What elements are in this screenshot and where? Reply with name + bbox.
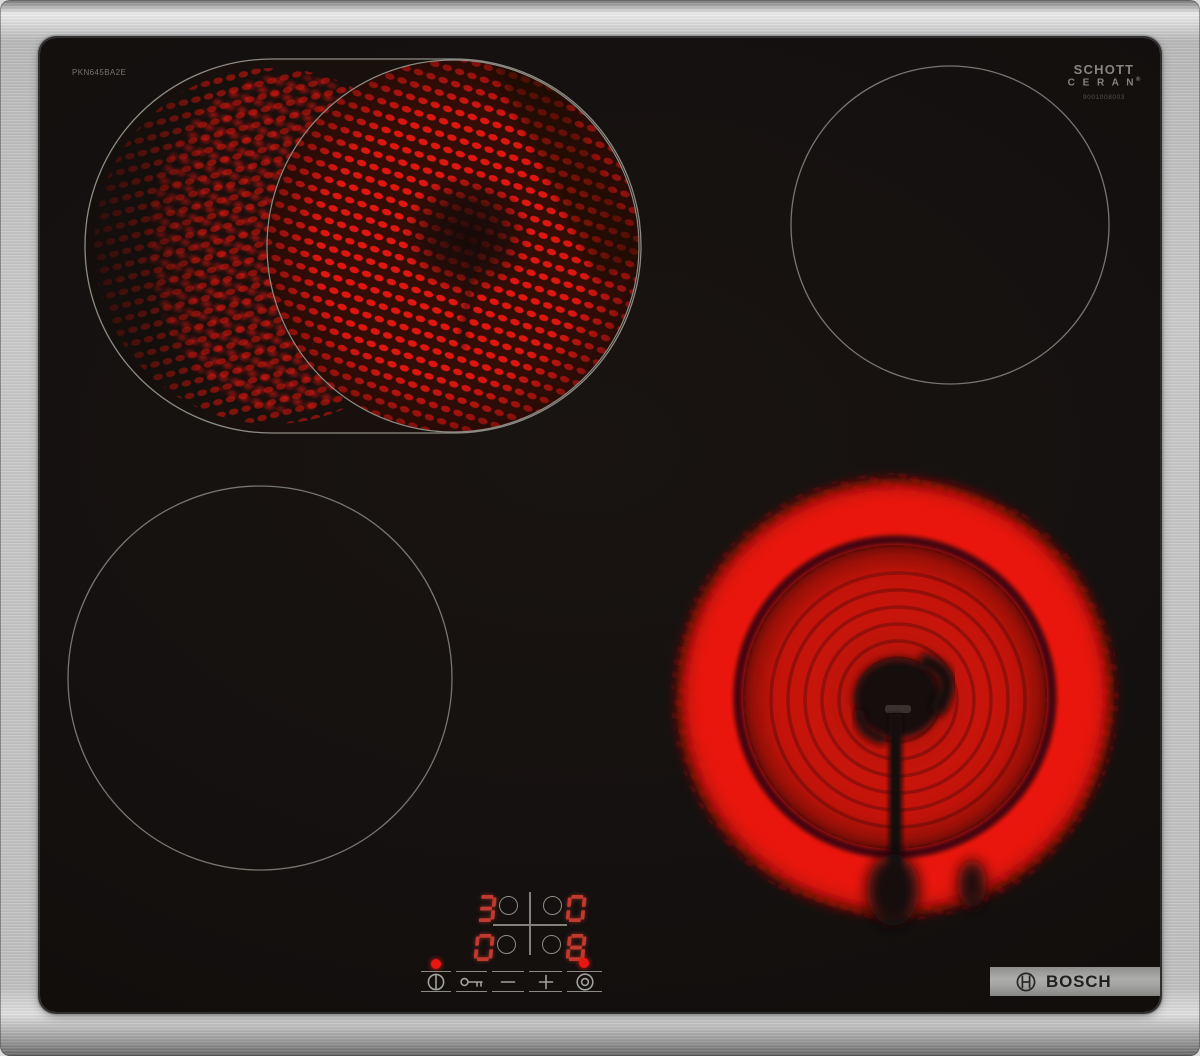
registered-mark: ® <box>1136 77 1140 83</box>
bosch-anchor-icon <box>1015 971 1037 993</box>
power-button[interactable] <box>421 971 451 992</box>
power-indicator-dot <box>431 959 441 969</box>
zone-indicator-circle-rear-right <box>543 896 562 915</box>
key-icon <box>459 975 485 989</box>
minus-icon <box>499 975 517 989</box>
plus-button[interactable] <box>529 971 562 992</box>
plus-icon <box>537 974 555 990</box>
hob-frame: PKN645BA2E SCHOTT C E R A N® 9001008003 <box>0 0 1200 1056</box>
minus-button[interactable] <box>492 971 524 992</box>
display-divider-horizontal <box>493 924 567 926</box>
schott-logo-line2: C E R A N® <box>1058 77 1150 88</box>
bosch-logo-text: BOSCH <box>1046 972 1111 992</box>
display-digit-rear-right <box>566 895 587 922</box>
display-digit-rear-left <box>476 895 497 922</box>
power-icon <box>426 972 446 992</box>
touch-control-panel <box>421 971 602 992</box>
dual-zone-indicator-dot <box>579 958 589 968</box>
ceramic-glass-surface: PKN645BA2E SCHOTT C E R A N® 9001008003 <box>40 38 1160 1012</box>
model-number-print: PKN645BA2E <box>72 68 126 77</box>
zone-rear-right-outline <box>791 66 1109 384</box>
display-digit-front-right <box>566 934 587 961</box>
display-digit-front-left <box>474 934 495 961</box>
bosch-logo-band: BOSCH <box>990 967 1160 996</box>
zone-indicator-circle-front-left <box>497 935 516 954</box>
zone-front-left-outline <box>68 486 452 870</box>
zone-front-right-glow <box>669 471 1121 926</box>
child-lock-button[interactable] <box>456 971 487 992</box>
dual-circle-icon <box>575 972 595 992</box>
glass-print-number: 9001008003 <box>1058 94 1150 101</box>
schott-logo-line1: SCHOTT <box>1058 63 1150 77</box>
dual-zone-button[interactable] <box>567 971 602 992</box>
zone-indicator-circle-rear-left <box>499 896 518 915</box>
schott-ceran-logo: SCHOTT C E R A N® <box>1058 63 1150 89</box>
zone-rear-left-glow <box>85 44 644 433</box>
cooking-zones-graphic <box>40 38 1160 1012</box>
zone-indicator-circle-front-right <box>542 935 561 954</box>
